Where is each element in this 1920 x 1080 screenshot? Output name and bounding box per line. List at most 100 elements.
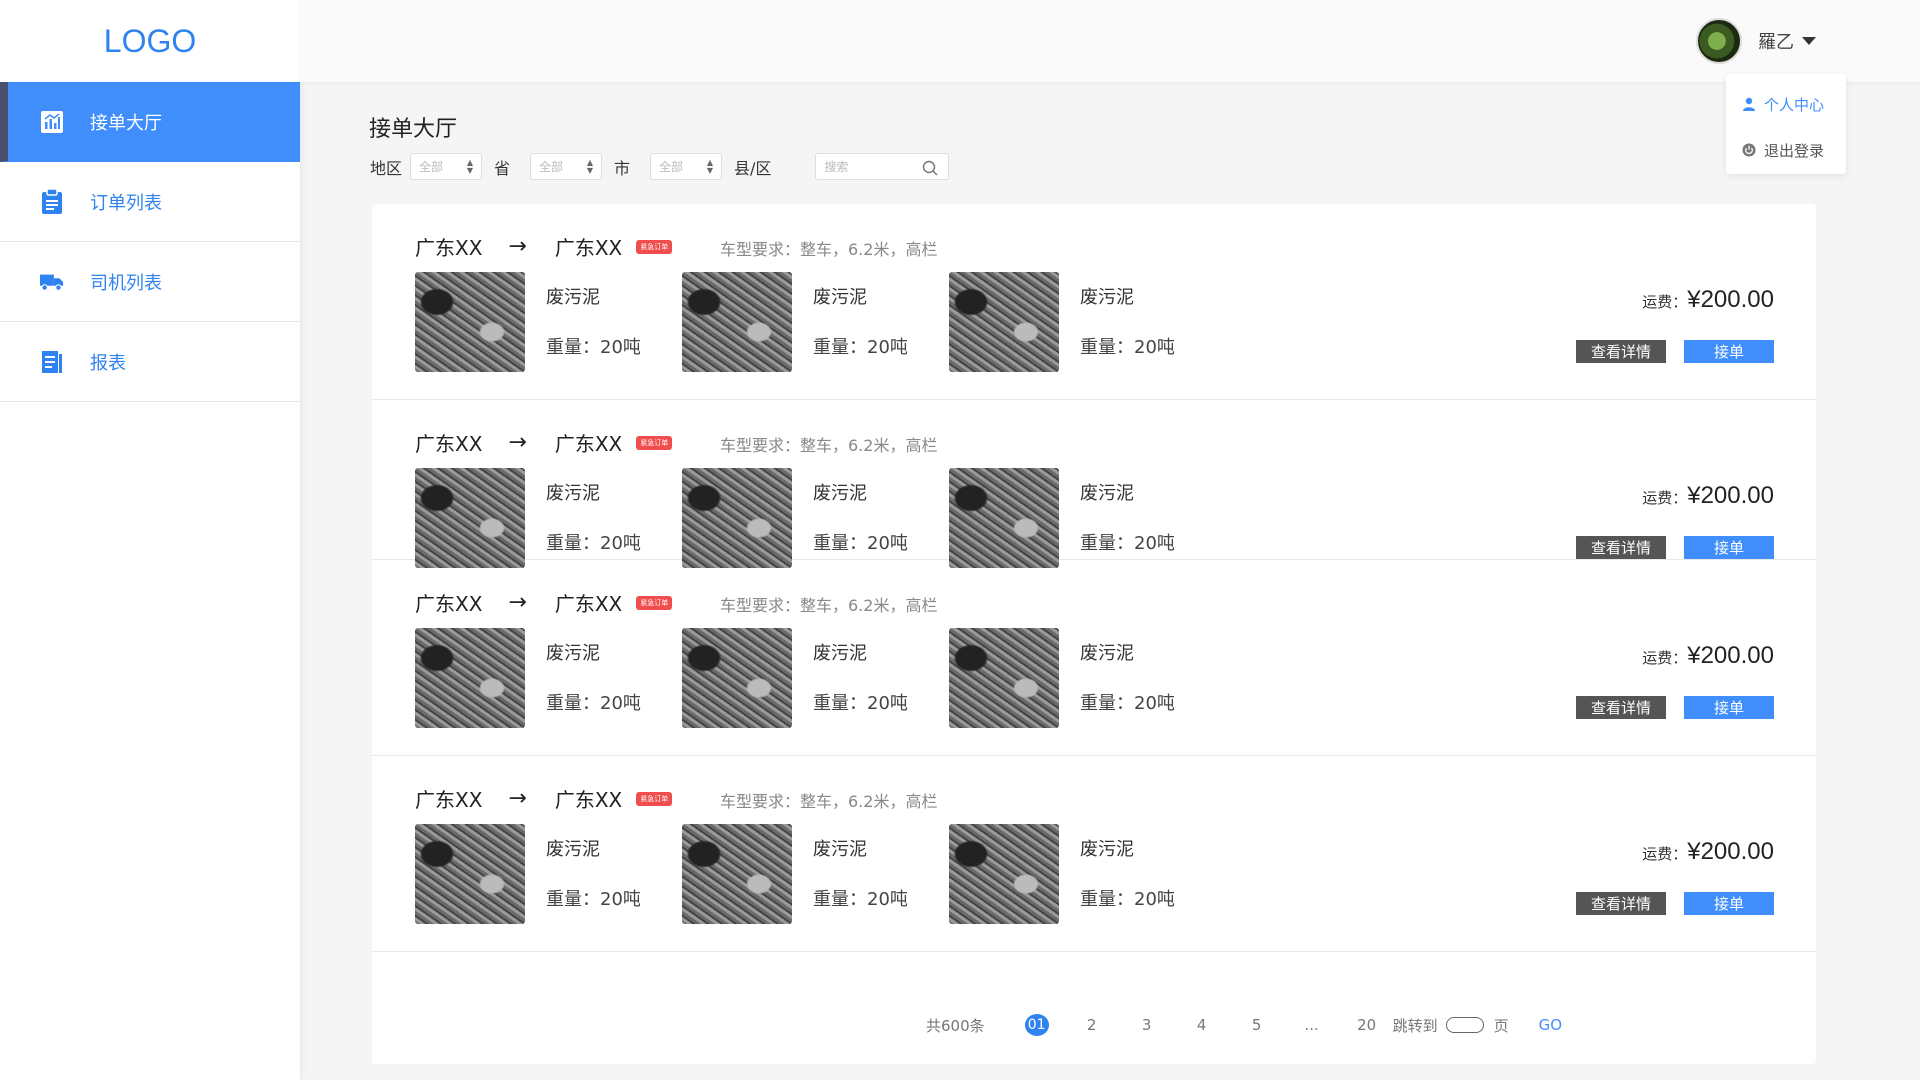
sidebar-item-order-hall[interactable]: 接单大厅 (0, 82, 300, 162)
destination: 广东XX (554, 788, 623, 812)
chart-icon (40, 109, 64, 135)
county-select[interactable]: 全部 ▲ ▼ (650, 153, 723, 180)
goods-item: 废污泥 重量：20吨 (949, 272, 1216, 372)
view-details-button[interactable]: 查看详情 (1576, 536, 1666, 559)
goods-image (415, 468, 525, 568)
goods-image (415, 824, 525, 924)
page-4[interactable]: 4 (1190, 1016, 1214, 1034)
goods-list: 废污泥 重量：20吨 废污泥 重量：20吨 废污泥 重量：20吨 (415, 628, 1216, 728)
order-card: 广东XX → 广东XX 紧急订单 车型要求：整车，6.2米，高栏 废污泥 重量：2… (372, 560, 1816, 756)
goods-image (949, 628, 1059, 728)
goods-name: 废污泥 (813, 287, 867, 308)
page-3[interactable]: 3 (1135, 1016, 1159, 1034)
urgent-badge: 紧急订单 (636, 791, 673, 806)
goods-name: 废污泥 (1080, 483, 1134, 504)
view-details-button[interactable]: 查看详情 (1576, 696, 1666, 719)
price-label: 运费： (1642, 649, 1688, 667)
truck-icon (40, 269, 64, 295)
goods-item: 废污泥重量：20吨 (682, 272, 949, 372)
origin: 广东XX (415, 236, 483, 260)
page-1[interactable]: 01 (1024, 1014, 1049, 1036)
goods-item: 废污泥 重量：20吨 (949, 628, 1216, 728)
sidebar-item-label: 接单大厅 (90, 112, 162, 134)
goods-image (415, 628, 525, 728)
destination: 广东XX (554, 236, 623, 260)
accept-order-button[interactable]: 接单 (1684, 340, 1774, 363)
sidebar-item-label: 司机列表 (90, 272, 162, 294)
province-select[interactable]: 全部 ▲ ▼ (410, 153, 483, 180)
avatar (1696, 18, 1742, 64)
accept-order-button[interactable]: 接单 (1684, 536, 1774, 559)
goods-name: 废污泥 (1080, 839, 1134, 860)
goods-name: 废污泥 (546, 839, 600, 860)
user-icon (1742, 97, 1756, 111)
view-details-button[interactable]: 查看详情 (1576, 340, 1666, 363)
search-input[interactable]: 搜索 (815, 153, 950, 180)
select-arrows-icon: ▲ ▼ (586, 158, 594, 175)
province-label: 省 (494, 158, 511, 178)
route-arrow: → (508, 430, 527, 455)
search-placeholder: 搜索 (824, 160, 849, 174)
jump-label: 跳转到 (1392, 1016, 1438, 1035)
sidebar-item-driver-list[interactable]: 司机列表 (0, 242, 300, 322)
goods-name: 废污泥 (813, 643, 867, 664)
goods-item: 废污泥 重量：20吨 (949, 468, 1216, 568)
route-arrow: → (508, 590, 527, 615)
goods-weight: 重量：20吨 (1080, 337, 1175, 358)
origin: 广东XX (415, 592, 483, 616)
jump-page-input[interactable] (1445, 1017, 1484, 1033)
user-menu-trigger[interactable]: 羅乙 (1696, 18, 1816, 64)
select-value: 全部 (659, 160, 684, 174)
total-count: 共600条 (926, 1016, 985, 1035)
county-label: 县/区 (734, 158, 772, 178)
goods-list: 废污泥 重量：20吨 废污泥 重量：20吨 废污泥 重量：20吨 (415, 468, 1216, 568)
orders-panel: 广东XX → 广东XX 紧急订单 车型要求：整车，6.2米，高栏 废污泥 重量：2… (372, 204, 1816, 1064)
accept-order-button[interactable]: 接单 (1684, 696, 1774, 719)
goods-list: 废污泥 重量：20吨 废污泥 重量：20吨 废污泥 重量：20吨 (415, 272, 1216, 372)
vehicle-requirement: 车型要求：整车，6.2米，高栏 (720, 792, 938, 811)
origin: 广东XX (415, 788, 483, 812)
page-2[interactable]: 2 (1080, 1016, 1104, 1034)
destination: 广东XX (554, 592, 623, 616)
price-label: 运费： (1642, 489, 1688, 507)
goods-item: 废污泥 重量：20吨 (682, 824, 949, 924)
route-arrow: → (508, 786, 527, 811)
logout-item[interactable]: 退出登录 (1726, 134, 1846, 166)
freight-price: 运费： ¥200.00 (1642, 482, 1774, 510)
goods-item: 废污泥 重量：20吨 (682, 628, 949, 728)
goods-name: 废污泥 (813, 483, 867, 504)
order-card: 广东XX → 广东XX 紧急订单 车型要求：整车，6.2米，高栏 废污泥 重量：2… (372, 400, 1816, 568)
order-actions: 查看详情 接单 (1576, 340, 1774, 363)
urgent-badge: 紧急订单 (636, 239, 673, 254)
order-actions: 查看详情 接单 (1576, 696, 1774, 719)
accept-order-button[interactable]: 接单 (1684, 892, 1774, 915)
page-20[interactable]: 20 (1355, 1016, 1379, 1034)
personal-center-item[interactable]: 个人中心 (1726, 88, 1846, 120)
goods-image (949, 824, 1059, 924)
username: 羅乙 (1758, 32, 1794, 53)
select-arrows-icon: ▲ ▼ (706, 158, 714, 175)
sidebar-item-order-list[interactable]: 订单列表 (0, 162, 300, 242)
goods-name: 废污泥 (813, 839, 867, 860)
price-label: 运费： (1642, 293, 1688, 311)
order-actions: 查看详情 接单 (1576, 536, 1774, 559)
logo: LOGO (103, 22, 197, 59)
vehicle-requirement: 车型要求：整车，6.2米，高栏 (720, 436, 938, 455)
go-button[interactable]: GO (1539, 1016, 1562, 1034)
price-amount: ¥200.00 (1687, 838, 1774, 865)
page-5[interactable]: 5 (1245, 1016, 1269, 1034)
goods-image (415, 272, 525, 372)
vehicle-requirement: 车型要求：整车，6.2米，高栏 (720, 596, 938, 615)
goods-weight: 重量：20吨 (813, 337, 908, 358)
sidebar-item-reports[interactable]: 报表 (0, 322, 300, 402)
freight-price: 运费： ¥200.00 (1642, 286, 1774, 314)
goods-weight: 重量：20吨 (546, 533, 641, 554)
goods-list: 废污泥 重量：20吨 废污泥 重量：20吨 废污泥 重量：20吨 (415, 824, 1216, 924)
city-select[interactable]: 全部 ▲ ▼ (530, 153, 603, 180)
view-details-button[interactable]: 查看详情 (1576, 892, 1666, 915)
route: 广东XX → 广东XX 紧急订单 (415, 232, 673, 261)
caret-down-icon (1802, 37, 1816, 45)
order-card: 广东XX → 广东XX 紧急订单 车型要求：整车，6.2米，高栏 废污泥 重量：2… (372, 204, 1816, 400)
order-actions: 查看详情 接单 (1576, 892, 1774, 915)
filter-bar: 地区 全部 ▲ ▼ 省 全部 ▲ ▼ 市 全部 ▲ ▼ 县/区 搜索 (370, 153, 950, 180)
